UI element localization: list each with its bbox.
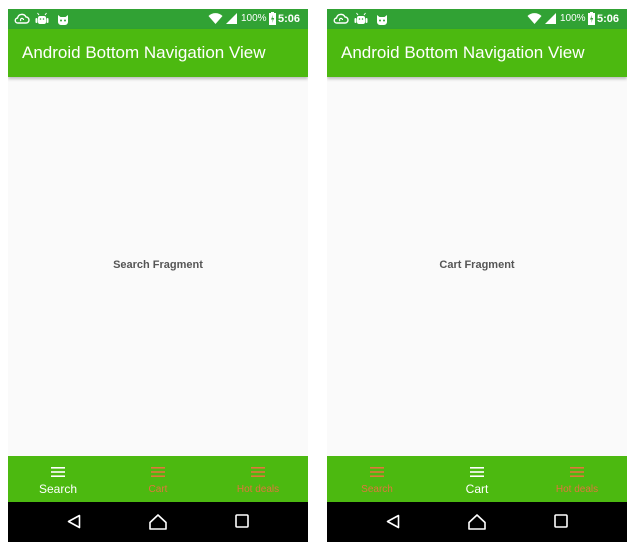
menu-icon (151, 467, 165, 477)
phone-screen-cart: 100% 5:06 Android Bottom Navigation View… (327, 9, 627, 542)
system-navigation-bar (327, 502, 627, 542)
phone-screen-search: 100% 5:06 Android Bottom Navigation View… (8, 9, 308, 542)
clock: 5:06 (278, 13, 301, 25)
cat-icon (58, 15, 68, 25)
fragment-container: Search Fragment (8, 77, 308, 456)
app-bar: Android Bottom Navigation View (327, 29, 627, 77)
bottom-navigation: Search Cart Hot deals (327, 456, 627, 502)
status-bar: 100% 5:06 (8, 9, 308, 29)
android-debug-icon (354, 12, 368, 24)
menu-icon (370, 467, 384, 477)
back-icon[interactable] (386, 514, 400, 529)
signal-icon (226, 13, 237, 24)
nav-label: Cart (148, 484, 168, 495)
nav-item-hot-deals[interactable]: Hot deals (527, 456, 627, 502)
cloud-sync-icon (14, 13, 30, 24)
fragment-label: Cart Fragment (439, 259, 515, 271)
menu-icon (570, 467, 584, 477)
system-navigation-bar (8, 502, 308, 542)
home-icon[interactable] (149, 514, 167, 530)
menu-icon (51, 467, 65, 477)
wifi-icon (527, 13, 542, 24)
status-bar: 100% 5:06 (327, 9, 627, 29)
nav-item-search[interactable]: Search (8, 456, 108, 502)
nav-label: Search (361, 484, 393, 495)
nav-item-cart[interactable]: Cart (108, 456, 208, 502)
app-bar: Android Bottom Navigation View (8, 29, 308, 77)
app-title: Android Bottom Navigation View (341, 43, 585, 62)
battery-charging-icon (588, 12, 595, 25)
bottom-navigation: Search Cart Hot deals (8, 456, 308, 502)
nav-label: Hot deals (236, 484, 280, 495)
nav-label: Hot deals (555, 484, 599, 495)
cloud-sync-icon (333, 13, 349, 24)
fragment-container: Cart Fragment (327, 77, 627, 456)
app-title: Android Bottom Navigation View (22, 43, 266, 62)
wifi-icon (208, 13, 223, 24)
recents-icon[interactable] (235, 514, 249, 528)
nav-label: Search (38, 482, 78, 496)
nav-item-cart[interactable]: Cart (427, 456, 527, 502)
battery-percent: 100% (560, 13, 586, 24)
menu-icon (470, 467, 484, 477)
signal-icon (545, 13, 556, 24)
battery-percent: 100% (241, 13, 267, 24)
menu-icon (251, 467, 265, 477)
cat-icon (377, 15, 387, 25)
android-debug-icon (35, 12, 49, 24)
nav-item-hot-deals[interactable]: Hot deals (208, 456, 308, 502)
back-icon[interactable] (67, 514, 81, 529)
home-icon[interactable] (468, 514, 486, 530)
clock: 5:06 (597, 13, 620, 25)
recents-icon[interactable] (554, 514, 568, 528)
nav-item-search[interactable]: Search (327, 456, 427, 502)
nav-label: Cart (465, 482, 489, 496)
battery-charging-icon (269, 12, 276, 25)
fragment-label: Search Fragment (113, 259, 203, 271)
